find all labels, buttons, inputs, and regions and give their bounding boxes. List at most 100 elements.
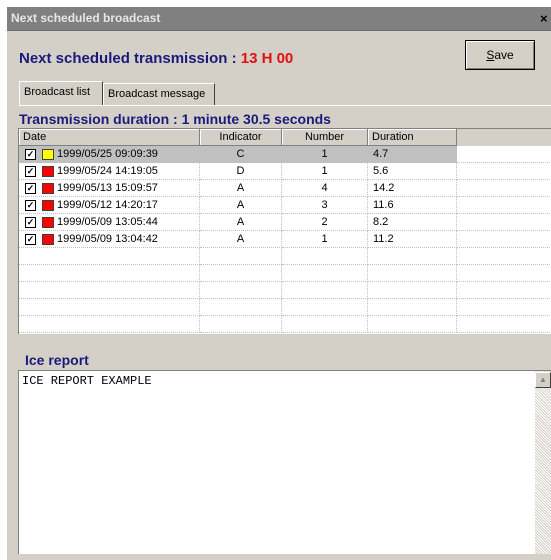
date-cell: ✓ 1999/05/12 14:20:17 (19, 197, 200, 214)
empty-cell (19, 299, 200, 316)
empty-cell (19, 265, 200, 282)
table-row[interactable]: ✓ 1999/05/25 09:09:39 C 1 4.7 (19, 146, 551, 163)
duration-cell: 11.2 (368, 231, 457, 248)
empty-cell (368, 299, 457, 316)
empty-table-row (19, 265, 551, 282)
column-header-date[interactable]: Date (19, 129, 200, 146)
date-text: 1999/05/13 15:09:57 (57, 182, 158, 194)
empty-cell (457, 299, 551, 316)
ice-report-scrollbar[interactable] (535, 371, 551, 554)
row-checkbox[interactable]: ✓ (25, 217, 36, 228)
column-header-duration[interactable]: Duration (368, 129, 457, 146)
empty-cell (19, 248, 200, 265)
empty-table-row (19, 248, 551, 265)
tab-broadcast-message[interactable]: Broadcast message (103, 83, 215, 105)
table-header: Date Indicator Number Duration (19, 129, 551, 146)
status-color-swatch (42, 200, 54, 211)
indicator-cell: A (200, 214, 282, 231)
empty-table-row (19, 282, 551, 299)
empty-cell (200, 248, 282, 265)
date-text: 1999/05/25 09:09:39 (57, 148, 158, 160)
date-text: 1999/05/09 13:04:42 (57, 233, 158, 245)
tab-panel-edge (19, 105, 551, 106)
broadcast-table[interactable]: Date Indicator Number Duration ✓ 1999/05/… (18, 128, 551, 334)
filler-cell (457, 163, 551, 180)
next-transmission-time: 13 H 00 (240, 50, 294, 67)
date-cell: ✓ 1999/05/09 13:04:42 (19, 231, 200, 248)
row-checkbox[interactable]: ✓ (25, 149, 36, 160)
row-checkbox[interactable]: ✓ (25, 234, 36, 245)
status-color-swatch (42, 149, 54, 160)
ice-report-content: ICE REPORT EXAMPLE (22, 374, 152, 388)
scroll-up-arrow-icon[interactable]: ▲ (535, 372, 551, 388)
duration-cell: 8.2 (368, 214, 457, 231)
next-transmission-text: Next scheduled transmission : (19, 50, 241, 67)
close-icon[interactable]: × (540, 11, 551, 27)
indicator-cell: A (200, 197, 282, 214)
table-row[interactable]: ✓ 1999/05/13 15:09:57 A 4 14.2 (19, 180, 551, 197)
duration-cell: 14.2 (368, 180, 457, 197)
filler-cell (457, 197, 551, 214)
duration-cell: 4.7 (368, 146, 457, 163)
empty-table-row (19, 299, 551, 316)
indicator-cell: A (200, 231, 282, 248)
column-header-indicator[interactable]: Indicator (200, 129, 282, 146)
table-row[interactable]: ✓ 1999/05/09 13:04:42 A 1 11.2 (19, 231, 551, 248)
duration-cell: 11.6 (368, 197, 457, 214)
empty-cell (282, 299, 368, 316)
tab-broadcast-list[interactable]: Broadcast list (19, 81, 103, 105)
status-color-swatch (42, 234, 54, 245)
next-transmission-label: Next scheduled transmission : 13 H 00 (19, 50, 293, 67)
date-cell: ✓ 1999/05/09 13:05:44 (19, 214, 200, 231)
title-bar[interactable]: Next scheduled broadcast × (7, 7, 551, 31)
empty-cell (19, 282, 200, 299)
empty-cell (200, 316, 282, 333)
filler-cell (457, 146, 551, 163)
empty-cell (282, 265, 368, 282)
date-cell: ✓ 1999/05/24 14:19:05 (19, 163, 200, 180)
table-row[interactable]: ✓ 1999/05/24 14:19:05 D 1 5.6 (19, 163, 551, 180)
row-checkbox[interactable]: ✓ (25, 166, 36, 177)
status-color-swatch (42, 166, 54, 177)
empty-cell (457, 248, 551, 265)
indicator-cell: A (200, 180, 282, 197)
table-row[interactable]: ✓ 1999/05/12 14:20:17 A 3 11.6 (19, 197, 551, 214)
empty-cell (457, 282, 551, 299)
empty-table-row (19, 316, 551, 333)
empty-cell (282, 248, 368, 265)
number-cell: 1 (282, 146, 368, 163)
status-color-swatch (42, 183, 54, 194)
empty-cell (200, 299, 282, 316)
empty-cell (457, 265, 551, 282)
ice-report-title: Ice report (25, 352, 89, 368)
number-cell: 3 (282, 197, 368, 214)
date-text: 1999/05/24 14:19:05 (57, 165, 158, 177)
row-checkbox[interactable]: ✓ (25, 200, 36, 211)
date-text: 1999/05/09 13:05:44 (57, 216, 158, 228)
ice-report-textarea[interactable]: ICE REPORT EXAMPLE ▲ (18, 370, 551, 554)
save-button[interactable]: Save (465, 40, 535, 70)
empty-cell (200, 265, 282, 282)
save-button-label-rest: ave (494, 48, 514, 62)
date-text: 1999/05/12 14:20:17 (57, 199, 158, 211)
empty-cell (457, 316, 551, 333)
empty-cell (200, 282, 282, 299)
duration-cell: 5.6 (368, 163, 457, 180)
number-cell: 2 (282, 214, 368, 231)
date-cell: ✓ 1999/05/13 15:09:57 (19, 180, 200, 197)
number-cell: 1 (282, 231, 368, 248)
transmission-duration-title: Transmission duration : 1 minute 30.5 se… (19, 111, 331, 127)
table-row[interactable]: ✓ 1999/05/09 13:05:44 A 2 8.2 (19, 214, 551, 231)
filler-cell (457, 180, 551, 197)
empty-cell (368, 316, 457, 333)
column-header-number[interactable]: Number (282, 129, 368, 146)
empty-cell (368, 248, 457, 265)
filler-cell (457, 231, 551, 248)
empty-cell (282, 282, 368, 299)
empty-cell (368, 265, 457, 282)
row-checkbox[interactable]: ✓ (25, 183, 36, 194)
empty-cell (368, 282, 457, 299)
number-cell: 4 (282, 180, 368, 197)
number-cell: 1 (282, 163, 368, 180)
indicator-cell: C (200, 146, 282, 163)
